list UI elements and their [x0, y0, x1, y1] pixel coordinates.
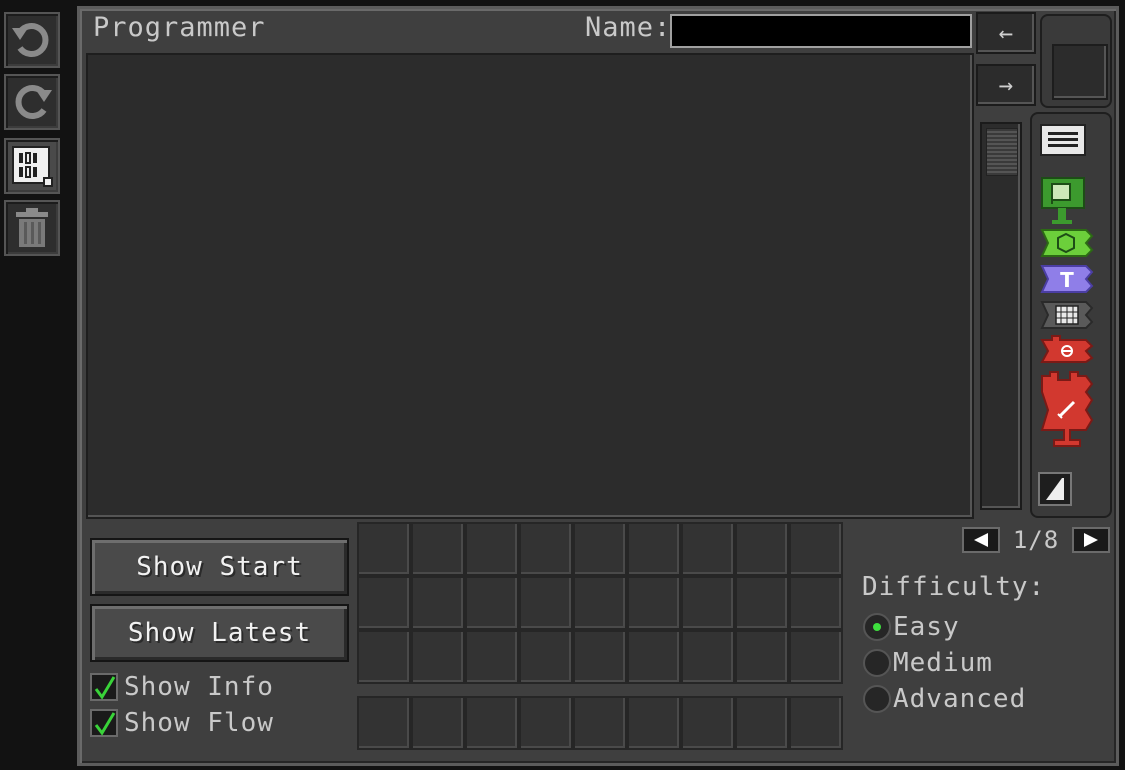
redo-icon: [15, 85, 52, 119]
show-flow-label: Show Flow: [124, 708, 274, 738]
radio-selected-icon[interactable]: [863, 613, 891, 641]
prev-page-button[interactable]: [962, 527, 1000, 553]
hotbar-slot[interactable]: [411, 696, 465, 750]
checkmark-icon: [94, 676, 116, 700]
inventory-slot[interactable]: [357, 630, 411, 684]
inventory-slot[interactable]: [627, 576, 681, 630]
program-workspace[interactable]: [86, 53, 974, 519]
difficulty-option-medium[interactable]: Medium: [863, 648, 993, 678]
inventory-slot[interactable]: [627, 522, 681, 576]
name-label: Name:: [585, 12, 672, 43]
inventory-slot[interactable]: [573, 576, 627, 630]
inventory-slot[interactable]: [681, 522, 735, 576]
palette-pager: 1/8: [962, 526, 1110, 554]
hotbar-slot[interactable]: [519, 696, 573, 750]
show-flow-checkbox[interactable]: Show Flow: [90, 708, 274, 738]
forward-button[interactable]: →: [976, 64, 1036, 106]
start-flag-widget-icon[interactable]: [1040, 176, 1086, 226]
hotbar-slot[interactable]: [627, 696, 681, 750]
trash-icon: [16, 208, 48, 247]
inventory-slot[interactable]: [411, 522, 465, 576]
output-slot-frame: [1040, 14, 1112, 108]
palette-scrollbar[interactable]: [980, 122, 1022, 510]
widget-palette: T: [1030, 112, 1112, 518]
checkbox-box[interactable]: [90, 673, 118, 701]
program-card-icon: [12, 146, 53, 187]
hotbar-slot[interactable]: [735, 696, 789, 750]
inventory-slot[interactable]: [465, 522, 519, 576]
inventory-slot[interactable]: [411, 630, 465, 684]
difficulty-label: Difficulty:: [862, 572, 1046, 602]
triangle-right-icon: [1084, 533, 1098, 547]
inventory-slot[interactable]: [465, 576, 519, 630]
player-hotbar: [357, 696, 843, 750]
player-inventory: [357, 522, 843, 684]
inventory-slot[interactable]: [519, 630, 573, 684]
medium-label: Medium: [893, 648, 993, 678]
inventory-slot[interactable]: [735, 630, 789, 684]
inventory-slot[interactable]: [465, 630, 519, 684]
inventory-slot[interactable]: [519, 522, 573, 576]
inventory-slot[interactable]: [357, 522, 411, 576]
hotbar-slot[interactable]: [789, 696, 843, 750]
inventory-grid-widget-icon[interactable]: [1040, 298, 1094, 332]
checkmark-icon: [94, 712, 116, 736]
hotbar-slot[interactable]: [573, 696, 627, 750]
show-start-button[interactable]: Show Start: [90, 538, 349, 596]
next-page-button[interactable]: [1072, 527, 1110, 553]
name-input[interactable]: [670, 14, 972, 48]
page-indicator: 1/8: [1012, 526, 1060, 554]
undo-button[interactable]: [4, 12, 60, 68]
arrow-right-icon: →: [998, 71, 1014, 99]
back-button[interactable]: ←: [976, 12, 1036, 54]
arrow-left-icon: ←: [998, 19, 1014, 47]
inventory-slot[interactable]: [573, 630, 627, 684]
inventory-slot[interactable]: [789, 522, 843, 576]
triangle-left-icon: [974, 533, 988, 547]
undo-icon: [12, 23, 49, 57]
import-program-button[interactable]: [4, 138, 60, 194]
inventory-slot[interactable]: [573, 522, 627, 576]
text-widget-icon[interactable]: T: [1040, 262, 1094, 296]
condition-widget-icon[interactable]: [1040, 334, 1094, 368]
inventory-slot[interactable]: [627, 630, 681, 684]
inventory-slot[interactable]: [735, 576, 789, 630]
checkbox-box[interactable]: [90, 709, 118, 737]
inventory-slot[interactable]: [735, 522, 789, 576]
hotbar-slot[interactable]: [465, 696, 519, 750]
scrollbar-thumb[interactable]: [986, 128, 1018, 176]
area-widget-icon[interactable]: [1040, 226, 1094, 260]
redo-button[interactable]: [4, 74, 60, 130]
advanced-label: Advanced: [893, 684, 1027, 714]
delete-button[interactable]: [4, 200, 60, 256]
inventory-slot[interactable]: [411, 576, 465, 630]
radio-icon[interactable]: [863, 649, 891, 677]
show-info-checkbox[interactable]: Show Info: [90, 672, 274, 702]
expand-corner-icon[interactable]: [1038, 472, 1072, 506]
menu-icon[interactable]: [1040, 124, 1086, 156]
easy-label: Easy: [893, 612, 960, 642]
difficulty-option-advanced[interactable]: Advanced: [863, 684, 1026, 714]
inventory-slot[interactable]: [519, 576, 573, 630]
difficulty-option-easy[interactable]: Easy: [863, 612, 960, 642]
inventory-slot[interactable]: [681, 630, 735, 684]
inventory-slot[interactable]: [357, 576, 411, 630]
svg-text:T: T: [1060, 268, 1074, 292]
inventory-slot[interactable]: [681, 576, 735, 630]
hotbar-slot[interactable]: [681, 696, 735, 750]
hotbar-slot[interactable]: [357, 696, 411, 750]
output-slot[interactable]: [1052, 44, 1108, 100]
show-info-label: Show Info: [124, 672, 274, 702]
window-title: Programmer: [93, 12, 266, 43]
radio-icon[interactable]: [863, 685, 891, 713]
inventory-slot[interactable]: [789, 576, 843, 630]
show-latest-button[interactable]: Show Latest: [90, 604, 349, 662]
attack-widget-icon[interactable]: [1040, 370, 1094, 452]
inventory-slot[interactable]: [789, 630, 843, 684]
